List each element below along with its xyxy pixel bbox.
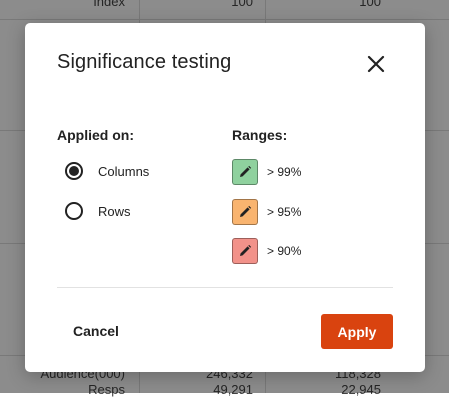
color-swatch-95[interactable] (232, 199, 258, 225)
range-label-90: > 90% (267, 244, 302, 258)
range-99: > 99% (232, 159, 301, 185)
radio-columns[interactable]: Columns (65, 159, 149, 183)
dialog-title: Significance testing (57, 51, 232, 73)
radio-button-selected[interactable] (65, 162, 83, 180)
radio-label-columns: Columns (98, 163, 150, 179)
radio-label-rows: Rows (98, 203, 131, 219)
apply-button[interactable]: Apply (321, 314, 393, 349)
radio-button[interactable] (65, 202, 83, 220)
range-95: > 95% (232, 199, 301, 225)
ranges-label: Ranges: (232, 127, 288, 143)
range-label-95: > 95% (267, 205, 302, 219)
pencil-icon (240, 244, 252, 256)
dialog-divider (57, 287, 393, 288)
radio-rows[interactable]: Rows (65, 199, 131, 223)
range-label-99: > 99% (267, 165, 302, 179)
cancel-button[interactable]: Cancel (55, 315, 137, 347)
color-swatch-99[interactable] (232, 159, 258, 185)
range-90: > 90% (232, 238, 301, 264)
pencil-icon (240, 205, 252, 217)
significance-testing-dialog: Significance testing Applied on: Ranges:… (25, 23, 425, 372)
applied-on-label: Applied on: (57, 127, 134, 143)
close-button[interactable] (363, 51, 389, 77)
color-swatch-90[interactable] (232, 238, 258, 264)
pencil-icon (240, 165, 252, 177)
close-icon (367, 55, 385, 73)
